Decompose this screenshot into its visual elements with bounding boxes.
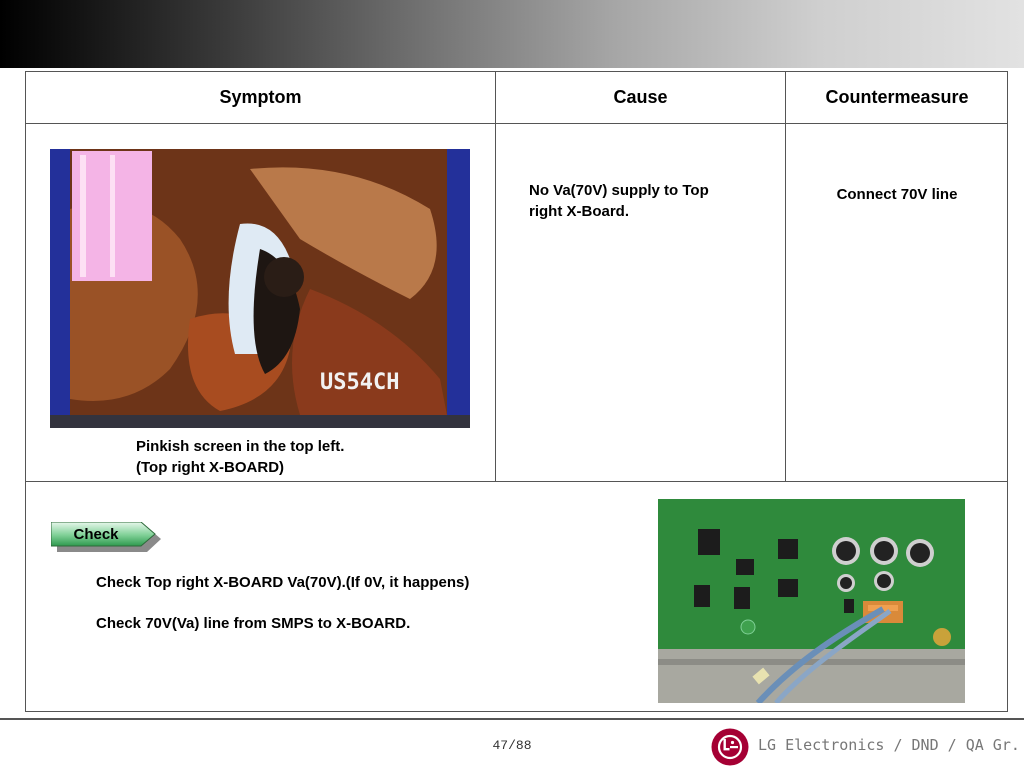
header-cause: Cause	[613, 87, 668, 107]
check-label: Check	[73, 525, 119, 543]
circuit-board-image	[658, 499, 965, 703]
x-board-photo	[658, 499, 965, 703]
lg-logo	[711, 728, 749, 766]
check-tag: Check	[51, 522, 161, 552]
tv-screen-image: US54CH	[50, 149, 470, 428]
header-row-divider	[26, 123, 1007, 124]
photo-channel-label: US54CH	[320, 370, 399, 395]
symptom-caption-line-2: (Top right X-BOARD)	[136, 459, 285, 476]
cause-line-1: No Va(70V) supply to Top	[529, 182, 709, 199]
header-symptom: Symptom	[219, 87, 302, 107]
countermeasure-text: Connect 70V line	[836, 186, 958, 203]
lg-face-logo-icon	[711, 728, 749, 766]
symptom-caption: Pinkish screen in the top left. (Top rig…	[136, 436, 344, 478]
column-divider-1	[495, 72, 496, 481]
symptom-photo: US54CH	[50, 149, 470, 428]
body-row-divider	[26, 481, 1007, 482]
page-number: 47/88	[492, 738, 532, 753]
check-step-1: Check Top right X-BOARD Va(70V).(If 0V, …	[96, 574, 470, 591]
symptom-caption-line-1: Pinkish screen in the top left.	[136, 438, 345, 455]
check-step-2: Check 70V(Va) line from SMPS to X-BOARD.	[96, 615, 411, 632]
column-divider-2	[785, 72, 786, 481]
cause-line-2: right X-Board.	[529, 203, 629, 220]
cause-text: No Va(70V) supply to Top right X-Board.	[529, 180, 709, 222]
top-banner	[0, 0, 1024, 68]
company-footer: LG Electronics / DND / QA Gr.	[758, 736, 1020, 754]
header-countermeasure: Countermeasure	[825, 87, 969, 107]
symptom-cause-table: Symptom Cause Countermeasure US54CH Pink…	[25, 71, 1008, 712]
footer-rule	[0, 718, 1024, 720]
